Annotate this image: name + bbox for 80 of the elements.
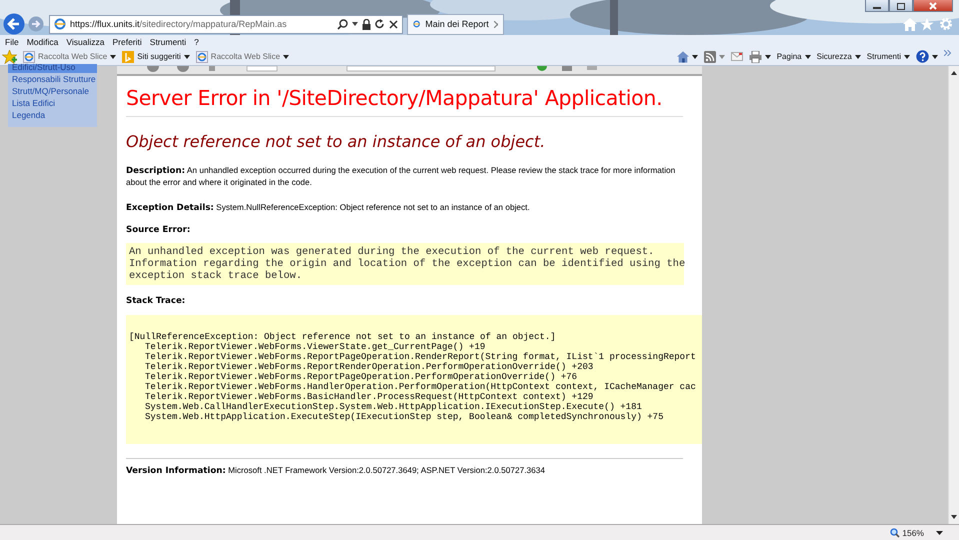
caret-icon[interactable] (936, 530, 943, 534)
page-icon (54, 18, 66, 30)
mail-icon[interactable] (730, 52, 743, 61)
back-button[interactable] (3, 13, 25, 35)
menu-item[interactable]: Visualizza (66, 36, 104, 46)
stop-icon[interactable] (389, 20, 398, 28)
command-menu[interactable]: Strumenti (866, 52, 910, 61)
refresh-icon[interactable] (375, 19, 385, 29)
help-button[interactable] (916, 50, 938, 63)
suggested-sites-icon (122, 50, 134, 62)
close-button[interactable] (913, 0, 953, 12)
section-heading: Stack Trace: (126, 296, 186, 306)
stack-trace-line: Telerik.ReportViewer.WebForms.BasicHandler.ProcessRequest(HttpContext context) +129 (144, 392, 594, 402)
favorites-link[interactable]: Raccolta Web Slice (196, 50, 290, 62)
printer-icon (748, 50, 762, 62)
caret-icon (804, 54, 811, 58)
maximize-button[interactable] (889, 0, 913, 12)
nav-link[interactable]: Strutt/MQ/Personale (8, 85, 97, 97)
caret-icon (904, 54, 910, 58)
page-icon (413, 18, 420, 30)
scroll-down-icon[interactable] (951, 515, 957, 519)
scrollbar[interactable] (948, 66, 959, 524)
stack-trace-line: Telerik.ReportViewer.WebForms.ViewerState.get_CurrentPage() +19 (144, 342, 486, 352)
error-message: Object reference not set to an instance of an object. (126, 132, 546, 151)
address-bar[interactable]: https://flux.units.it/sitedirectory/mappatura/RepMain.as (49, 14, 403, 34)
caret-icon (184, 54, 190, 58)
caret-icon (110, 54, 116, 58)
description-text: Description: An unhandled exception occurred during the execution of the current web request. Please review the stack trace for more information about the error and where it originated in the code. (126, 165, 676, 188)
source-error-line: Information regarding the origin and location of the exception can be identified using the (129, 258, 684, 270)
nav-link[interactable]: Responsabili Strutture (8, 73, 97, 85)
stack-trace-line: System.Web.HttpApplication.ExecuteStep(IExecutionStep step, Boolean& completedSynchronously) +75 (144, 412, 664, 422)
feeds-button[interactable] (704, 50, 725, 62)
stack-trace-line: [NullReferenceException: Object reference not set to an instance of an object.] (129, 332, 557, 342)
help-icon (916, 50, 929, 63)
favorites-star-icon[interactable] (2, 50, 17, 64)
exception-details-text: Exception Details: System.NullReferenceException: Object reference not set to an instance of an object. (126, 202, 531, 214)
caret-icon (718, 54, 725, 58)
version-info-text: Version Information: Microsoft .NET Framework Version:2.0.50727.3649; ASP.NET Version:2.0.50727.3634 (126, 465, 546, 477)
lock-icon (362, 18, 371, 30)
minimize-button[interactable] (865, 0, 889, 12)
print-button[interactable] (748, 50, 771, 62)
menu-item[interactable]: Preferiti (112, 36, 142, 46)
caret-icon (764, 54, 771, 58)
page-icon (196, 50, 208, 62)
nav-link[interactable]: Lista Edifici (8, 97, 97, 109)
command-menu[interactable]: Pagina (776, 52, 811, 61)
search-icon[interactable] (337, 18, 348, 30)
favorites-link[interactable]: Siti suggeriti (122, 50, 190, 62)
scroll-up-icon[interactable] (951, 71, 957, 75)
chevron-icon[interactable] (944, 50, 951, 56)
caret-icon (932, 54, 938, 58)
page-icon (23, 50, 35, 62)
stack-trace-line: Telerik.ReportViewer.WebForms.ReportRenderOperation.PerformOperationOverride() +203 (144, 362, 594, 372)
source-error-line: An unhandled exception was generated during the execution of the current web request. (129, 246, 656, 258)
stack-trace-line: Telerik.ReportViewer.WebForms.ReportPageOperation.PerformOperationOverride() +76 (144, 372, 578, 382)
zoom-button[interactable]: 156% (890, 528, 924, 538)
feed-icon (704, 50, 716, 62)
star-icon[interactable] (920, 18, 934, 30)
stack-trace-line: Telerik.ReportViewer.WebForms.ReportPageOperation.RenderReport(String format, IList`1 processingReport (144, 352, 697, 362)
caret-icon[interactable] (352, 22, 358, 26)
nav-link[interactable]: Legenda (8, 109, 97, 121)
browser-tab[interactable]: Main dei Report (407, 14, 504, 34)
error-title: Server Error in '/SiteDirectory/Mappatura' Application. (126, 86, 683, 117)
menu-item[interactable]: File (5, 36, 19, 46)
home-icon (676, 50, 689, 62)
stack-trace-line: Telerik.ReportViewer.WebForms.HandlerOperation.PerformOperation(HttpContext context, ICacheManager cac (144, 382, 697, 392)
maximize-icon (896, 2, 906, 10)
caret-icon (854, 54, 861, 58)
stack-trace-line: System.Web.CallHandlerExecutionStep.System.Web.HttpApplication.IExecutionStep.Execute() +181 (144, 402, 643, 412)
command-menu[interactable]: Sicurezza (816, 52, 861, 61)
menu-item[interactable]: Modifica (26, 36, 58, 46)
caret-icon (283, 54, 290, 58)
zoom-icon (890, 528, 900, 538)
menu-item[interactable]: ? (194, 36, 199, 46)
section-heading: Source Error: (126, 225, 192, 235)
home-button[interactable] (676, 50, 698, 62)
source-error-line: exception stack trace below. (129, 270, 304, 282)
favorites-link[interactable]: Raccolta Web Slice (23, 50, 116, 62)
caret-icon (692, 54, 698, 58)
menu-item[interactable]: Strumenti (150, 36, 186, 46)
